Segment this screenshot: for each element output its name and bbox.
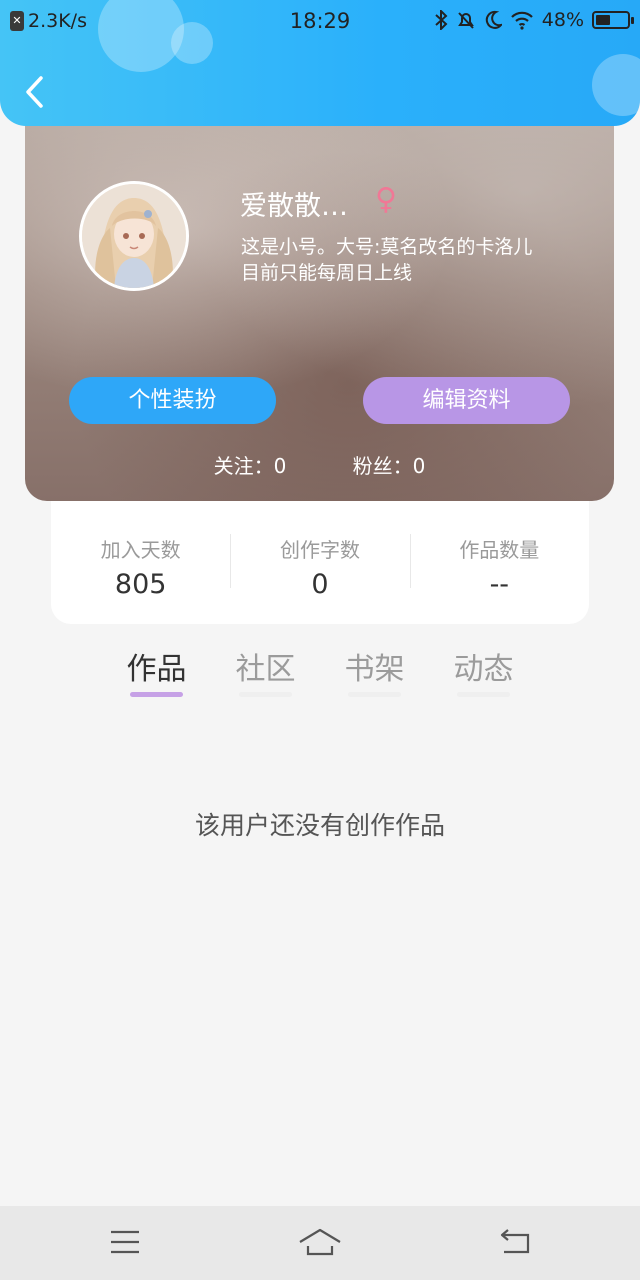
tab-activity[interactable]: 动态 [429,644,538,704]
tab-works[interactable]: 作品 [102,644,211,704]
bio-line: 这是小号。大号:莫名改名的卡洛儿 [241,236,533,258]
tab-indicator [457,692,510,697]
tab-indicator [348,692,401,697]
empty-state-message: 该用户还没有创作作品 [194,811,445,840]
following-count[interactable]: 关注：0 [214,454,287,478]
tab-bookshelf[interactable]: 书架 [320,644,429,704]
tab-bar: 作品 社区 书架 动态 [102,644,538,704]
stat-word-count: 创作字数 0 [230,500,409,624]
back-chevron-icon[interactable] [18,72,54,112]
status-right: 48% [434,9,634,31]
stat-label: 作品数量 [459,538,540,562]
mute-bell-icon [457,12,474,29]
avatar-image [82,184,186,288]
bluetooth-icon [435,10,448,30]
stat-value: 805 [114,569,167,600]
stat-label: 加入天数 [100,538,181,562]
username: 爱散散… [240,191,348,222]
battery-percent: 48% [541,9,584,31]
stat-label: 创作字数 [279,538,360,562]
profile-card: 爱散散… ♀ 这是小号。大号:莫名改名的卡洛儿 目前只能每周日上线 个性装扮 编… [25,110,614,501]
battery-icon [592,11,634,29]
female-icon: ♀ [375,182,397,217]
tab-indicator [130,692,183,697]
stat-works-count: 作品数量 -- [409,500,589,624]
edit-profile-button[interactable]: 编辑资料 [363,377,570,424]
tab-community[interactable]: 社区 [211,644,320,704]
system-nav-bar [0,1206,640,1280]
bio-line: 目前只能每周日上线 [241,262,413,284]
tab-indicator [239,692,292,697]
personal-dress-button[interactable]: 个性装扮 [69,377,276,424]
tab-label: 作品 [126,652,187,687]
status-bar: ✕ 2.3K/s 18:29 48% [0,0,640,44]
bio: 这是小号。大号:莫名改名的卡洛儿 目前只能每周日上线 [241,234,601,286]
back-arrow-icon[interactable] [496,1224,536,1260]
stat-value: -- [489,569,510,600]
tab-label: 社区 [235,652,296,687]
menu-icon[interactable] [105,1224,145,1260]
decor-bubble [592,54,640,116]
app-header: ✕ 2.3K/s 18:29 48% [0,0,640,126]
tab-label: 动态 [453,652,514,687]
stats-card: 加入天数 805 创作字数 0 作品数量 -- [51,500,589,624]
avatar[interactable] [79,181,189,291]
stat-value: 0 [311,569,329,600]
follow-stats: 关注：0 粉丝：0 [25,450,614,479]
battery-level [596,15,610,25]
moon-icon [485,10,502,29]
tab-label: 书架 [344,652,405,687]
followers-count[interactable]: 粉丝：0 [353,454,426,478]
home-icon[interactable] [298,1224,342,1260]
wifi-icon [510,11,533,30]
stat-join-days: 加入天数 805 [51,500,230,624]
